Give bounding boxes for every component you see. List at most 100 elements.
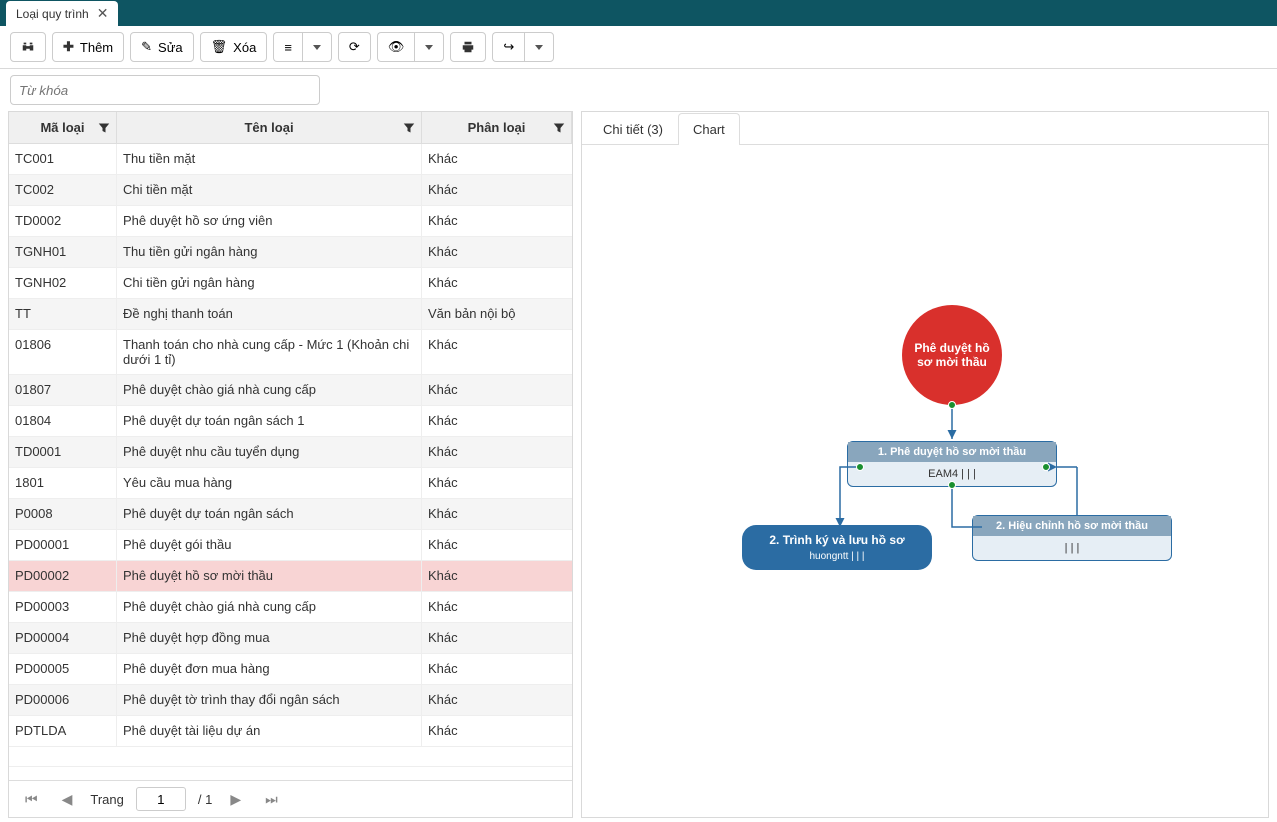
cell-name: Thu tiền gửi ngân hàng (117, 237, 422, 267)
pencil-icon: ✎ (141, 39, 152, 55)
table-row[interactable]: PD00001Phê duyệt gói thầuKhác (9, 530, 572, 561)
cell-category: Khác (422, 716, 572, 746)
table-row[interactable]: TD0001Phê duyệt nhu cầu tuyển dụngKhác (9, 437, 572, 468)
cell-name: Phê duyệt hồ sơ ứng viên (117, 206, 422, 236)
col-header-code[interactable]: Mã loại (9, 112, 117, 143)
search-input[interactable] (10, 75, 320, 105)
cell-code: PD00006 (9, 685, 117, 715)
cell-category: Khác (422, 330, 572, 374)
table-row[interactable]: P0008Phê duyệt dự toán ngân sáchKhác (9, 499, 572, 530)
table-row[interactable]: PD00005Phê duyệt đơn mua hàngKhác (9, 654, 572, 685)
menu-dropdown[interactable] (302, 32, 332, 62)
edit-button[interactable]: ✎ Sửa (130, 32, 194, 62)
pager-first[interactable]: ⏮ (19, 789, 44, 810)
cell-name: Phê duyệt hồ sơ mời thầu (117, 561, 422, 591)
table-row[interactable]: TGNH01Thu tiền gửi ngân hàngKhác (9, 237, 572, 268)
delete-label: Xóa (233, 40, 256, 55)
refresh-button[interactable]: ⟳ (338, 32, 371, 62)
cell-name: Yêu cầu mua hàng (117, 468, 422, 498)
cell-category: Khác (422, 499, 572, 529)
connector-dot[interactable] (948, 481, 956, 489)
cell-code: TC001 (9, 144, 117, 174)
grid-header: Mã loại Tên loại Phân loại (9, 112, 572, 144)
view-dropdown[interactable] (414, 32, 444, 62)
pager-next[interactable]: ▶ (224, 789, 247, 810)
table-row[interactable]: TD0002Phê duyệt hồ sơ ứng viênKhác (9, 206, 572, 237)
cell-name: Phê duyệt đơn mua hàng (117, 654, 422, 684)
table-row[interactable]: 01804Phê duyệt dự toán ngân sách 1Khác (9, 406, 572, 437)
grid-body[interactable]: TC001Thu tiền mặtKhácTC002Chi tiền mặtKh… (9, 144, 572, 766)
cell-code: TGNH02 (9, 268, 117, 298)
flowchart-canvas[interactable]: Phê duyệt hồ sơ mời thầu 1. Phê duyệt hồ… (582, 145, 1268, 817)
export-button[interactable]: ↪ (492, 32, 524, 62)
add-button[interactable]: ✚ Thêm (52, 32, 124, 62)
tab-detail[interactable]: Chi tiết (3) (588, 113, 678, 145)
filter-row (0, 69, 1277, 111)
table-row[interactable]: PD00006Phê duyệt tờ trình thay đổi ngân … (9, 685, 572, 716)
connector-dot[interactable] (856, 463, 864, 471)
connector-dot[interactable] (948, 401, 956, 409)
doc-tab[interactable]: Loại quy trình ✕ (6, 1, 118, 26)
filter-icon[interactable] (98, 122, 110, 134)
menu-button[interactable]: ≡ (273, 32, 302, 62)
view-button[interactable]: 👁 (377, 32, 415, 62)
col-header-category[interactable]: Phân loại (422, 112, 572, 143)
search-binoculars-button[interactable] (10, 32, 46, 62)
cell-name: Phê duyệt hợp đồng mua (117, 623, 422, 653)
print-icon (461, 40, 475, 54)
caret-icon (535, 45, 543, 50)
cell-category: Văn bản nội bộ (422, 299, 572, 329)
cell-code: TD0001 (9, 437, 117, 467)
table-row[interactable]: TC002Chi tiền mặtKhác (9, 175, 572, 206)
table-row[interactable]: 01807Phê duyệt chào giá nhà cung cấpKhác (9, 375, 572, 406)
table-row[interactable]: TGNH02Chi tiền gửi ngân hàngKhác (9, 268, 572, 299)
cell-name: Phê duyệt chào giá nhà cung cấp (117, 592, 422, 622)
connector-dot[interactable] (1042, 463, 1050, 471)
table-row[interactable]: 1801Yêu cầu mua hàngKhác (9, 468, 572, 499)
delete-button[interactable]: 🗑 Xóa (200, 32, 268, 62)
export-dropdown[interactable] (524, 32, 554, 62)
cell-category: Khác (422, 437, 572, 467)
cell-name: Phê duyệt chào giá nhà cung cấp (117, 375, 422, 405)
cell-category: Khác (422, 144, 572, 174)
app-titlebar: Loại quy trình ✕ (0, 0, 1277, 26)
pager-last[interactable]: ⏭ (259, 789, 284, 810)
table-row[interactable]: PD00003Phê duyệt chào giá nhà cung cấpKh… (9, 592, 572, 623)
pager: ⏮ ◀ Trang / 1 ▶ ⏭ (9, 780, 572, 817)
cell-name: Đề nghị thanh toán (117, 299, 422, 329)
table-row[interactable]: 01806Thanh toán cho nhà cung cấp - Mức 1… (9, 330, 572, 375)
cell-category: Khác (422, 268, 572, 298)
cell-code: PD00002 (9, 561, 117, 591)
table-row[interactable]: PD00004Phê duyệt hợp đồng muaKhác (9, 623, 572, 654)
cell-code: PD00001 (9, 530, 117, 560)
cell-category: Khác (422, 623, 572, 653)
edit-label: Sửa (158, 40, 183, 55)
table-row[interactable]: TTĐề nghị thanh toánVăn bản nội bộ (9, 299, 572, 330)
table-row[interactable]: PDTLDAPhê duyệt tài liệu dự ánKhác (9, 716, 572, 747)
pager-label: Trang (90, 792, 123, 807)
table-row[interactable]: PD00002Phê duyệt hồ sơ mời thầuKhác (9, 561, 572, 592)
eye-icon: 👁 (388, 39, 405, 55)
tab-chart[interactable]: Chart (678, 113, 740, 145)
print-button[interactable] (450, 32, 486, 62)
col-header-name[interactable]: Tên loại (117, 112, 422, 143)
cell-name: Thanh toán cho nhà cung cấp - Mức 1 (Kho… (117, 330, 422, 374)
trash-icon: 🗑 (211, 39, 228, 55)
h-scrollbar[interactable] (9, 766, 572, 780)
cell-category: Khác (422, 685, 572, 715)
cell-code: 01807 (9, 375, 117, 405)
refresh-icon: ⟳ (349, 39, 360, 55)
cell-name: Phê duyệt tài liệu dự án (117, 716, 422, 746)
filter-icon[interactable] (403, 122, 415, 134)
cell-code: PD00004 (9, 623, 117, 653)
cell-category: Khác (422, 406, 572, 436)
pager-prev[interactable]: ◀ (56, 789, 79, 810)
close-icon[interactable]: ✕ (97, 5, 109, 22)
table-row[interactable]: TC001Thu tiền mặtKhác (9, 144, 572, 175)
filter-icon[interactable] (553, 122, 565, 134)
page-input[interactable] (136, 787, 186, 811)
cell-name: Phê duyệt tờ trình thay đổi ngân sách (117, 685, 422, 715)
cell-code: TD0002 (9, 206, 117, 236)
detail-panel: Chi tiết (3) Chart Phê duyệt hồ sơ mời t… (581, 111, 1269, 818)
cell-name: Phê duyệt nhu cầu tuyển dụng (117, 437, 422, 467)
